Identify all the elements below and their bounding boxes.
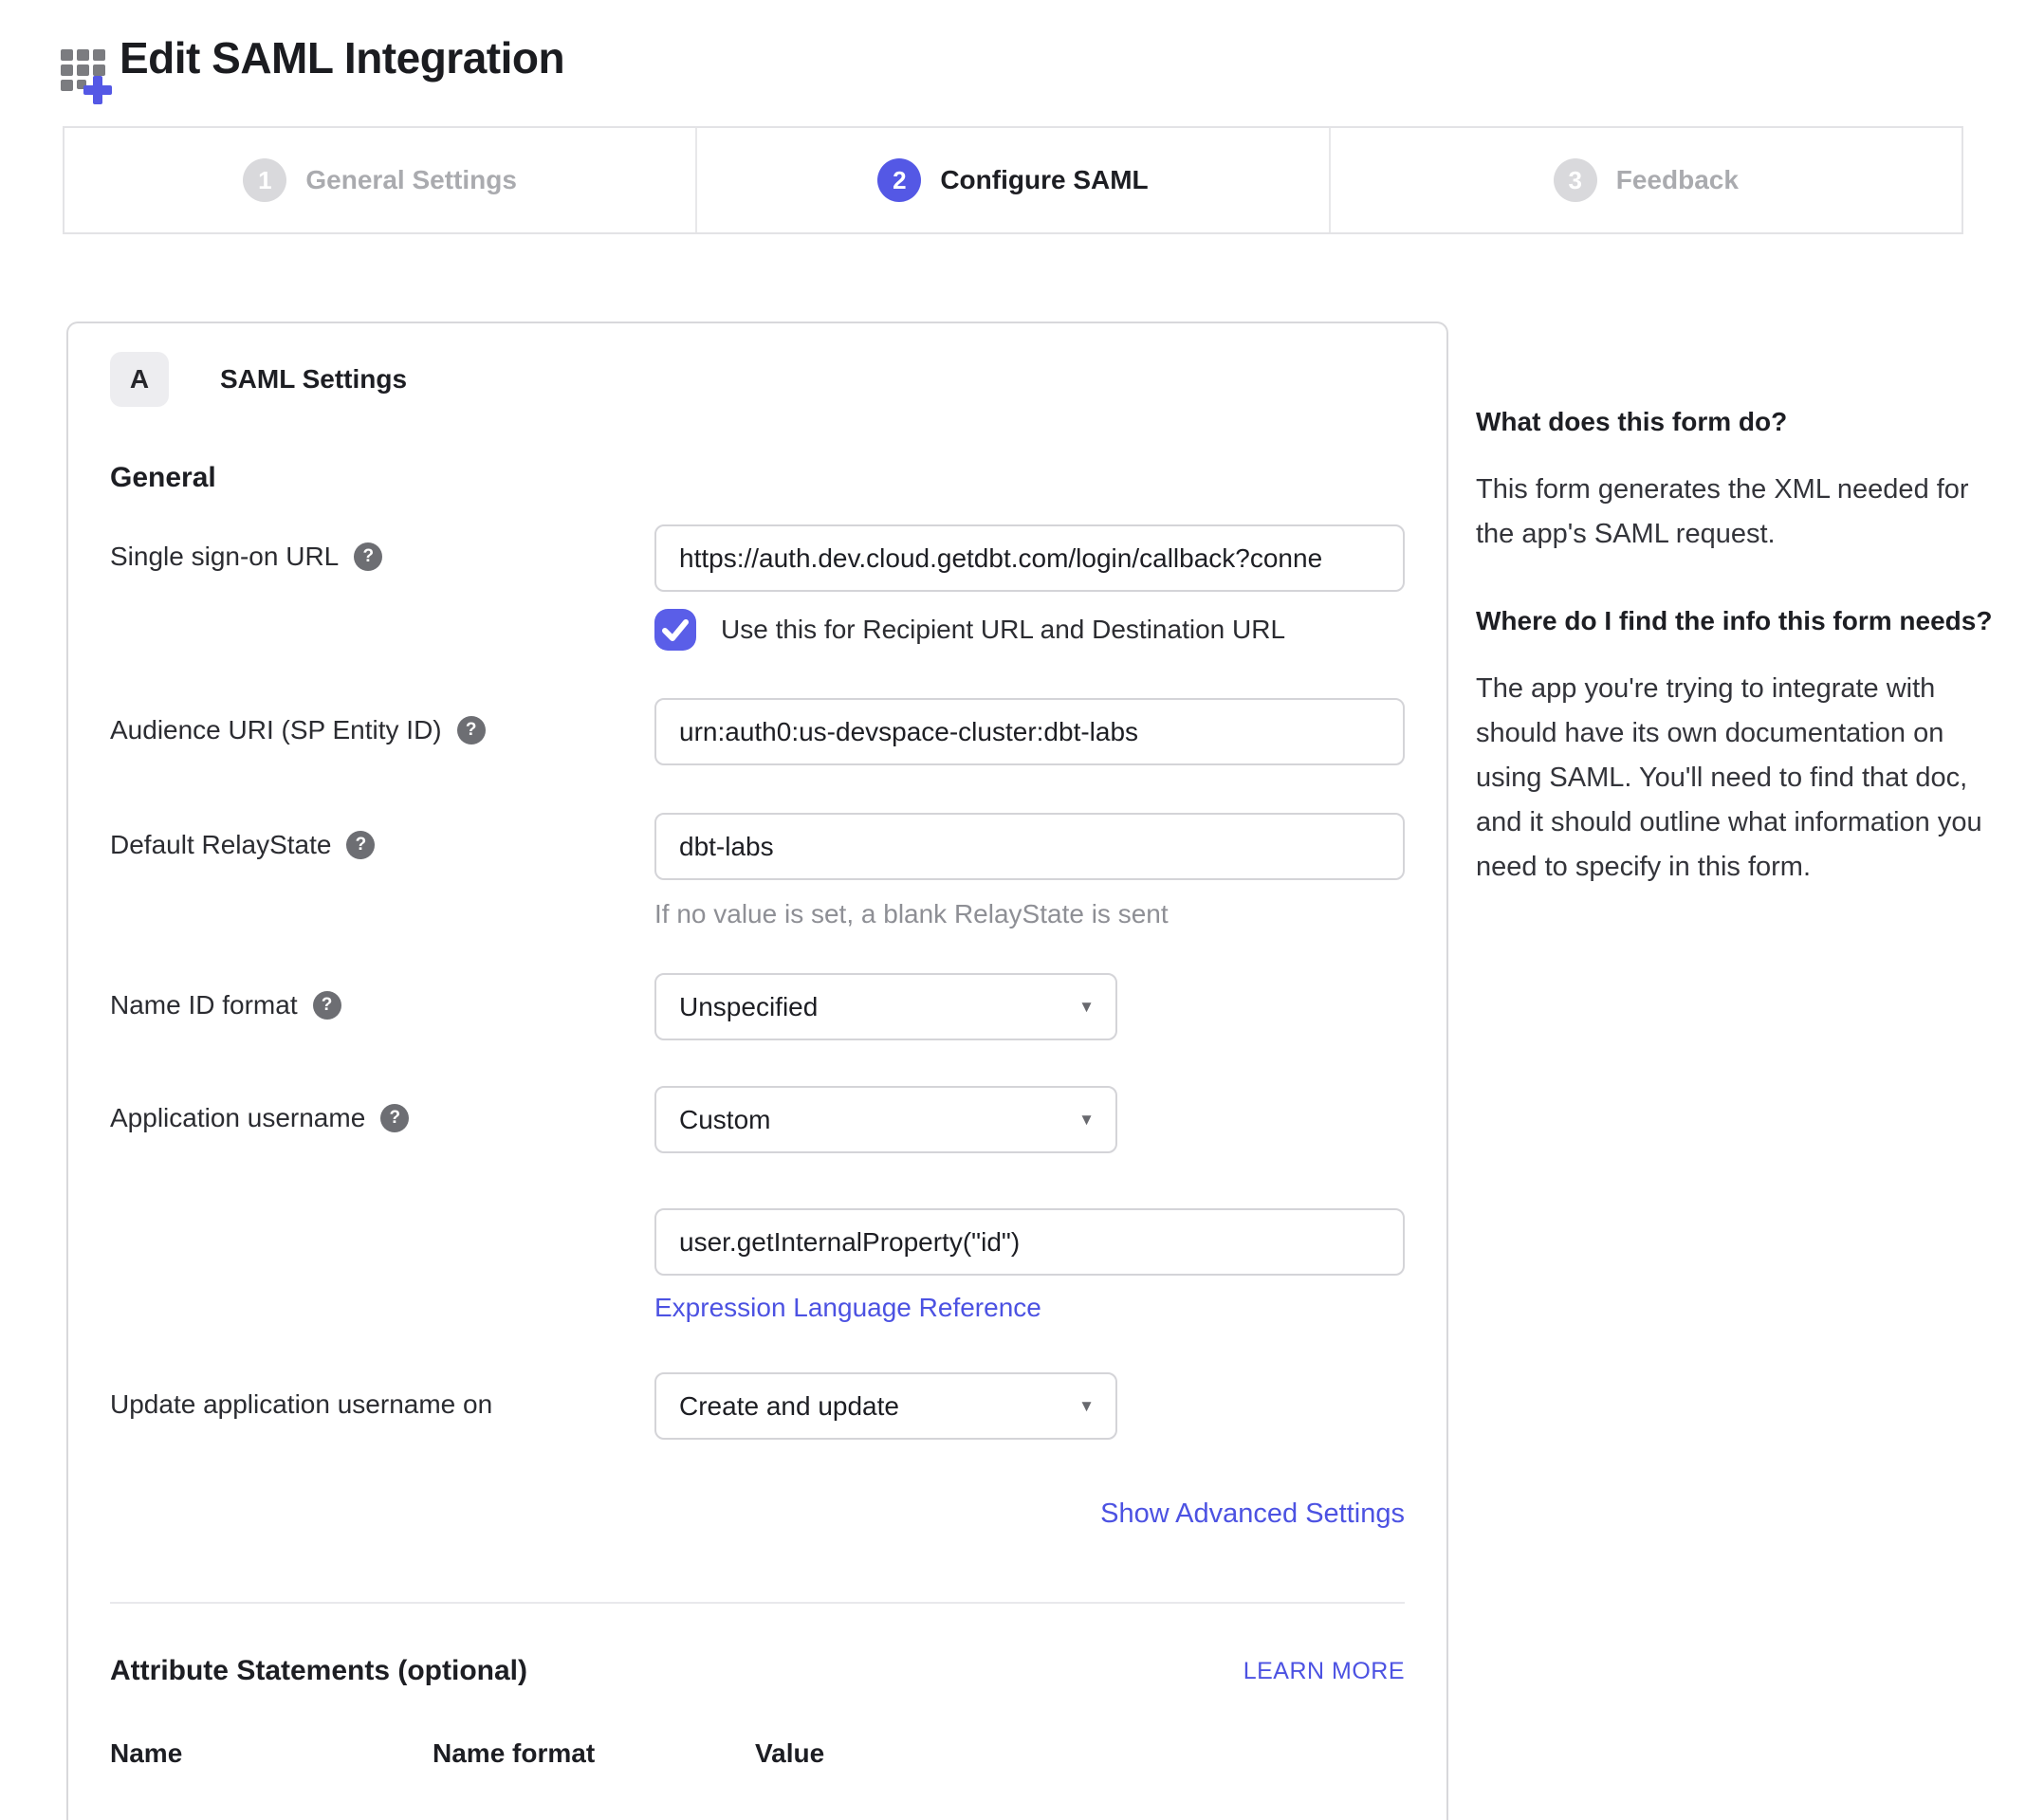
chevron-down-icon: ▼ xyxy=(1078,998,1095,1017)
relay-state-input[interactable] xyxy=(654,813,1405,880)
audience-uri-label: Audience URI (SP Entity ID) ? xyxy=(110,698,654,745)
attribute-statements-heading: Attribute Statements (optional) xyxy=(110,1655,527,1687)
sso-url-input[interactable] xyxy=(654,524,1405,592)
recipient-url-checkbox[interactable] xyxy=(654,609,696,651)
chevron-down-icon: ▼ xyxy=(1078,1397,1095,1416)
step-general-settings[interactable]: 1 General Settings xyxy=(64,128,695,232)
update-username-row: Update application username on Create an… xyxy=(110,1372,1405,1440)
sso-url-label: Single sign-on URL ? xyxy=(110,524,654,572)
relay-state-label: Default RelayState ? xyxy=(110,813,654,860)
column-header-name: Name xyxy=(110,1738,433,1769)
show-advanced-settings-link[interactable]: Show Advanced Settings xyxy=(1100,1498,1405,1530)
help-icon[interactable]: ? xyxy=(313,991,341,1020)
audience-uri-row: Audience URI (SP Entity ID) ? xyxy=(110,698,1405,765)
panel-title: SAML Settings xyxy=(220,364,407,395)
application-username-label: Application username ? xyxy=(110,1086,654,1133)
help-icon[interactable]: ? xyxy=(457,716,486,745)
sso-url-row: Single sign-on URL ? Use this for Recipi… xyxy=(110,524,1405,651)
learn-more-link[interactable]: LEARN MORE xyxy=(1243,1658,1405,1685)
relay-state-row: Default RelayState ? If no value is set,… xyxy=(110,813,1405,929)
general-section-heading: General xyxy=(110,462,1405,494)
sidebar-answer-1: This form generates the XML needed for t… xyxy=(1476,468,2007,557)
relay-state-hint: If no value is set, a blank RelayState i… xyxy=(654,899,1405,929)
sidebar-question-1: What does this form do? xyxy=(1476,401,2007,443)
attribute-statements-header-row: Name Name format Value xyxy=(110,1738,1405,1769)
help-sidebar: What does this form do? This form genera… xyxy=(1476,401,2007,890)
name-id-format-label: Name ID format ? xyxy=(110,973,654,1020)
sidebar-question-2: Where do I find the info this form needs… xyxy=(1476,600,2007,642)
section-divider xyxy=(110,1602,1405,1604)
custom-expression-input[interactable] xyxy=(654,1208,1405,1276)
page-header: Edit SAML Integration xyxy=(59,32,564,104)
saml-settings-panel: A SAML Settings General Single sign-on U… xyxy=(66,322,1448,1820)
name-id-format-select[interactable]: Unspecified ▼ xyxy=(654,973,1117,1040)
step-configure-saml[interactable]: 2 Configure SAML xyxy=(695,128,1328,232)
help-icon[interactable]: ? xyxy=(346,831,375,859)
step-feedback[interactable]: 3 Feedback xyxy=(1329,128,1962,232)
sidebar-answer-2: The app you're trying to integrate with … xyxy=(1476,667,2007,890)
help-icon[interactable]: ? xyxy=(354,542,382,571)
page-title: Edit SAML Integration xyxy=(120,32,564,83)
application-username-select[interactable]: Custom ▼ xyxy=(654,1086,1117,1153)
step-number-badge: 2 xyxy=(877,158,921,202)
custom-expression-row: Expression Language Reference xyxy=(110,1153,1405,1323)
step-number-badge: 3 xyxy=(1554,158,1597,202)
step-wizard: 1 General Settings 2 Configure SAML 3 Fe… xyxy=(63,126,1963,234)
help-icon[interactable]: ? xyxy=(380,1104,409,1132)
application-username-row: Application username ? Custom ▼ xyxy=(110,1086,1405,1153)
update-username-select[interactable]: Create and update ▼ xyxy=(654,1372,1117,1440)
saml-app-grid-plus-icon xyxy=(59,42,118,104)
audience-uri-input[interactable] xyxy=(654,698,1405,765)
section-a-badge: A xyxy=(110,352,169,407)
name-id-format-row: Name ID format ? Unspecified ▼ xyxy=(110,973,1405,1040)
update-username-label: Update application username on xyxy=(110,1372,654,1420)
expression-language-reference-link[interactable]: Expression Language Reference xyxy=(654,1293,1041,1323)
chevron-down-icon: ▼ xyxy=(1078,1111,1095,1130)
column-header-value: Value xyxy=(755,1738,1405,1769)
column-header-name-format: Name format xyxy=(433,1738,755,1769)
recipient-url-checkbox-label: Use this for Recipient URL and Destinati… xyxy=(721,615,1285,645)
step-number-badge: 1 xyxy=(243,158,286,202)
